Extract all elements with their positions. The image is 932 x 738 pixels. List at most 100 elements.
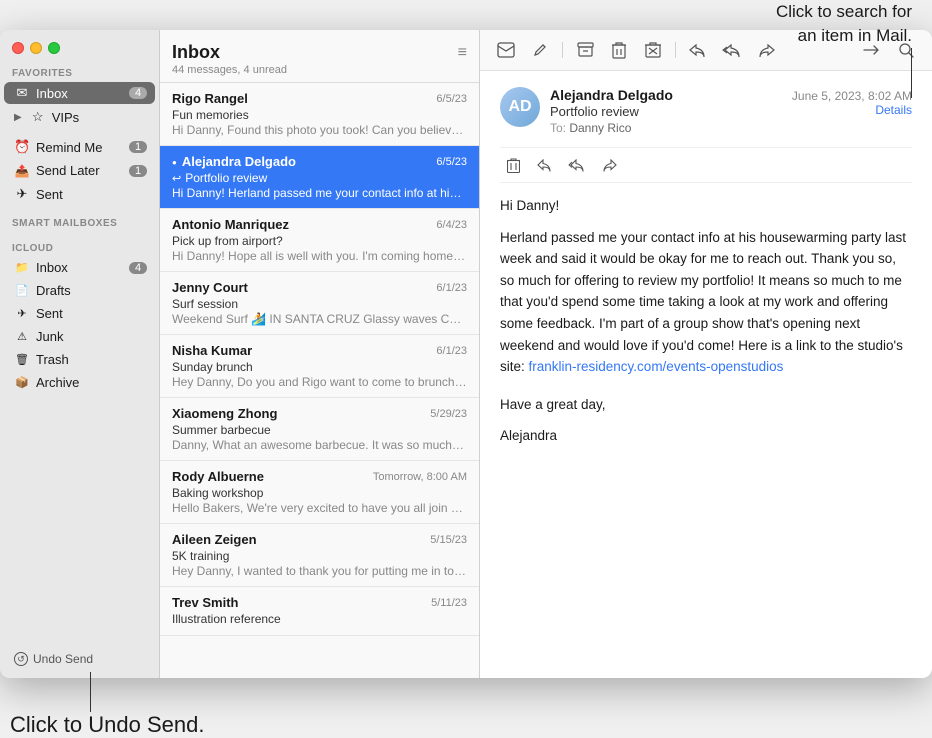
msg-date: 6/5/23 (436, 156, 467, 168)
msg-subject: Illustration reference (172, 612, 467, 626)
msg-preview: Hello Bakers, We're very excited to have… (172, 501, 467, 515)
archive-button[interactable] (571, 36, 599, 64)
favorites-section-label: Favorites (0, 62, 159, 81)
msg-preview: Danny, What an awesome barbecue. It was … (172, 438, 467, 452)
email-subject-line: Portfolio review (550, 104, 792, 119)
sidebar-item-icloud-inbox[interactable]: 📁 Inbox 4 (4, 257, 155, 278)
search-button[interactable] (892, 36, 920, 64)
undo-send-button[interactable]: ↺ Undo Send (8, 648, 151, 670)
toolbar-separator (675, 42, 676, 58)
minimize-button[interactable] (30, 42, 42, 54)
message-item[interactable]: Aileen Zeigen 5/15/23 5K training Hey Da… (160, 524, 479, 587)
msg-sender: Nisha Kumar (172, 343, 428, 358)
forward-button[interactable] (752, 36, 780, 64)
sidebar-item-vips[interactable]: ▶ ☆ VIPs (4, 106, 155, 128)
sidebar-item-sent[interactable]: ✈ Sent (4, 183, 155, 205)
msg-subject: 5K training (172, 549, 467, 563)
sidebar-item-label: Junk (36, 329, 147, 344)
detail-content: AD Alejandra Delgado Portfolio review To… (480, 71, 932, 678)
send-later-badge: 1 (129, 165, 147, 177)
sidebar-item-label: Inbox (36, 260, 123, 275)
sidebar-item-label: Remind Me (36, 140, 123, 155)
sent-icon: ✈ (14, 186, 30, 202)
message-item[interactable]: Jenny Court 6/1/23 Surf session Weekend … (160, 272, 479, 335)
inbox-icon: ✉ (14, 85, 30, 101)
detail-pane: AD Alejandra Delgado Portfolio review To… (480, 30, 932, 678)
sidebar-item-label: Sent (36, 187, 147, 202)
msg-subject: Summer barbecue (172, 423, 467, 437)
inline-toolbar (500, 147, 912, 183)
compose-button[interactable] (526, 36, 554, 64)
sidebar-item-archive[interactable]: 📦 Archive (4, 372, 155, 393)
sidebar-item-send-later[interactable]: 📤 Send Later 1 (4, 160, 155, 181)
message-item[interactable]: Nisha Kumar 6/1/23 Sunday brunch Hey Dan… (160, 335, 479, 398)
sidebar-item-label: Trash (36, 352, 147, 367)
sidebar-bottom: ↺ Undo Send (0, 640, 159, 678)
sidebar-item-inbox[interactable]: ✉ Inbox 4 (4, 82, 155, 104)
msg-date: 6/1/23 (436, 282, 467, 294)
filter-icon[interactable]: ≡ (458, 44, 467, 62)
email-signature: Have a great day, Alejandra (500, 394, 912, 447)
msg-preview: Weekend Surf 🏄 IN SANTA CRUZ Glassy wave… (172, 312, 467, 326)
message-item[interactable]: Rigo Rangel 6/5/23 Fun memories Hi Danny… (160, 83, 479, 146)
studio-link[interactable]: franklin-residency.com/events-openstudio… (529, 359, 784, 374)
sidebar-item-label: Drafts (36, 283, 147, 298)
message-item[interactable]: Trev Smith 5/11/23 Illustration referenc… (160, 587, 479, 636)
inbox-count: 44 messages, 4 unread (172, 64, 287, 76)
msg-sender: Xiaomeng Zhong (172, 406, 422, 421)
forward-indicator: ↩ (172, 173, 181, 185)
inline-delete-button[interactable] (500, 152, 526, 178)
sidebar-item-label: Archive (36, 375, 147, 390)
msg-sender: Rigo Rangel (172, 91, 428, 106)
msg-date: Tomorrow, 8:00 AM (373, 471, 467, 483)
email-body: Hi Danny! Herland passed me your contact… (500, 195, 912, 447)
email-from: Alejandra Delgado (550, 87, 792, 103)
sidebar: Favorites ✉ Inbox 4 ▶ ☆ VIPs ⏰ Remind Me… (0, 30, 160, 678)
sidebar-item-icloud-sent[interactable]: ✈ Sent (4, 303, 155, 324)
message-items: Rigo Rangel 6/5/23 Fun memories Hi Danny… (160, 83, 479, 678)
delete-button[interactable] (605, 36, 633, 64)
inline-forward-button[interactable] (596, 152, 622, 178)
msg-date: 5/15/23 (430, 534, 467, 546)
traffic-lights (0, 30, 159, 62)
sidebar-item-drafts[interactable]: 📄 Drafts (4, 280, 155, 301)
details-link[interactable]: Details (792, 103, 912, 117)
msg-date: 5/29/23 (430, 408, 467, 420)
sidebar-item-junk[interactable]: ⚠ Junk (4, 326, 155, 347)
undo-send-callout: Click to Undo Send. (10, 712, 204, 738)
message-item[interactable]: Rody Albuerne Tomorrow, 8:00 AM Baking w… (160, 461, 479, 524)
message-item[interactable]: Alejandra Delgado 6/5/23 ↩Portfolio revi… (160, 146, 479, 209)
msg-sender: Aileen Zeigen (172, 532, 422, 547)
message-item[interactable]: Xiaomeng Zhong 5/29/23 Summer barbecue D… (160, 398, 479, 461)
more-button[interactable] (858, 36, 886, 64)
msg-preview: Hey Danny, Do you and Rigo want to come … (172, 375, 467, 389)
fullscreen-button[interactable] (48, 42, 60, 54)
detail-toolbar (480, 30, 932, 71)
undo-send-icon: ↺ (14, 652, 28, 666)
email-header: AD Alejandra Delgado Portfolio review To… (500, 87, 912, 135)
inline-reply-all-button[interactable] (564, 152, 590, 178)
email-to: To: Danny Rico (550, 121, 792, 135)
inbox-badge: 4 (129, 87, 147, 99)
sidebar-item-label: VIPs (52, 110, 147, 125)
reply-button[interactable] (684, 36, 712, 64)
msg-preview: Hi Danny! Herland passed me your contact… (172, 186, 467, 200)
inline-reply-button[interactable] (532, 152, 558, 178)
close-button[interactable] (12, 42, 24, 54)
get-mail-button[interactable] (492, 36, 520, 64)
msg-sender: Antonio Manriquez (172, 217, 428, 232)
sidebar-item-trash[interactable]: 🗑 Trash (4, 349, 155, 370)
message-item[interactable]: Antonio Manriquez 6/4/23 Pick up from ai… (160, 209, 479, 272)
msg-sender: Alejandra Delgado (172, 154, 428, 169)
drafts-icon: 📄 (14, 284, 30, 297)
sidebar-item-label: Sent (36, 306, 147, 321)
sender-avatar: AD (500, 87, 540, 127)
msg-date: 6/5/23 (436, 93, 467, 105)
reply-all-button[interactable] (718, 36, 746, 64)
junk-button[interactable] (639, 36, 667, 64)
remind-me-icon: ⏰ (14, 139, 30, 155)
msg-preview: Hey Danny, I wanted to thank you for put… (172, 564, 467, 578)
send-later-icon: 📤 (14, 164, 30, 178)
icloud-sent-icon: ✈ (14, 307, 30, 320)
sidebar-item-remind-me[interactable]: ⏰ Remind Me 1 (4, 136, 155, 158)
